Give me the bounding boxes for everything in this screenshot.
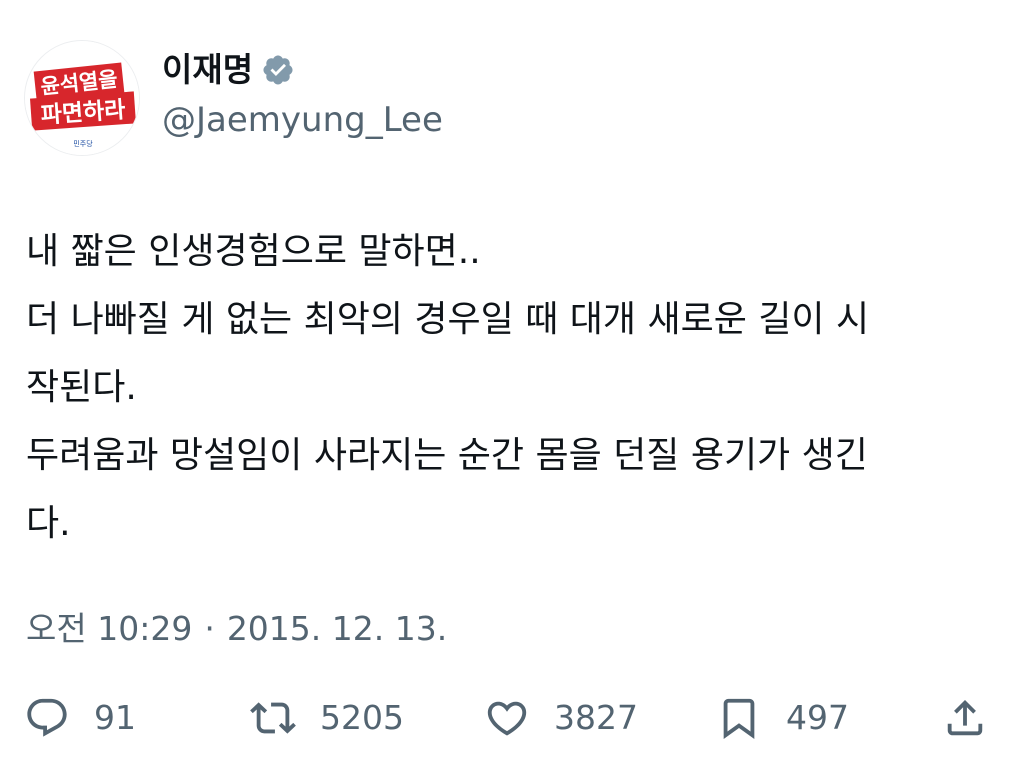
- tweet-date: 2015. 12. 13.: [226, 609, 448, 648]
- tweet-card: 윤석열을 파면하라 민주당 이재명 @Jaemyung_Lee 내 짧은 인생경…: [0, 0, 1024, 780]
- reply-count: 91: [94, 698, 136, 737]
- heart-icon: [487, 701, 527, 736]
- meta-separator: ·: [204, 609, 215, 648]
- avatar[interactable]: 윤석열을 파면하라 민주당: [24, 40, 140, 156]
- tweet-timestamp[interactable]: 오전 10:29 · 2015. 12. 13.: [26, 605, 447, 653]
- tweet-line: 다.: [26, 503, 71, 544]
- tweet-line: 두려움과 망설임이 사라지는 순간 몸을 던질 용기가 생긴: [26, 435, 868, 476]
- bookmark-count: 497: [786, 698, 849, 737]
- tweet-line: 더 나빠질 게 없는 최악의 경우일 때 대개 새로운 길이 시: [26, 299, 870, 340]
- bookmark-button[interactable]: 497: [716, 692, 849, 744]
- tweet-time: 오전 10:29: [26, 609, 193, 648]
- share-button[interactable]: [942, 692, 988, 744]
- retweet-button[interactable]: 5205: [250, 692, 404, 744]
- display-name: 이재명: [162, 50, 254, 89]
- like-count: 3827: [554, 698, 638, 737]
- display-name-row[interactable]: 이재명: [162, 50, 295, 90]
- share-icon: [947, 699, 983, 736]
- reply-icon: [27, 698, 67, 737]
- tweet-line: 작된다.: [26, 367, 137, 408]
- bookmark-icon: [723, 698, 755, 739]
- tweet-text: 내 짧은 인생경험으로 말하면.. 더 나빠질 게 없는 최악의 경우일 때 대…: [26, 218, 994, 558]
- reply-button[interactable]: 91: [24, 692, 136, 744]
- retweet-count: 5205: [320, 698, 404, 737]
- avatar-image: 윤석열을 파면하라 민주당: [25, 41, 139, 155]
- party-mark: 민주당: [73, 139, 93, 148]
- user-handle[interactable]: @Jaemyung_Lee: [162, 100, 443, 140]
- like-button[interactable]: 3827: [484, 692, 638, 744]
- verified-badge-icon: [261, 53, 295, 87]
- tweet-line: 내 짧은 인생경험으로 말하면..: [26, 231, 481, 272]
- retweet-icon: [250, 702, 296, 734]
